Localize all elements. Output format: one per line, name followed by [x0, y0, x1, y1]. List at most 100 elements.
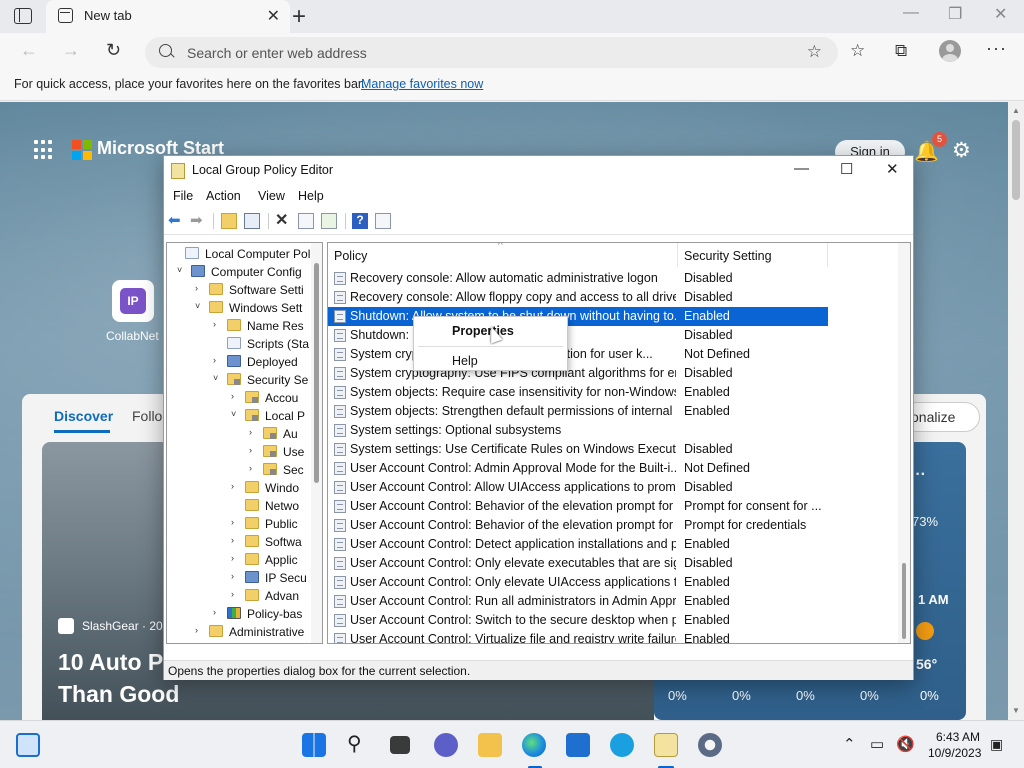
scroll-thumb[interactable] — [1012, 120, 1020, 200]
tab-close-icon[interactable]: ✕ — [267, 6, 280, 26]
widgets-icon[interactable] — [16, 733, 40, 757]
policy-row[interactable]: System cryp otection for user k... Not Def… — [328, 345, 828, 364]
policy-row[interactable]: Shutdown: C Disabled — [328, 326, 828, 345]
add-favorite-icon[interactable]: ☆ — [807, 42, 822, 62]
column-header-security-setting[interactable]: Security Setting — [684, 249, 772, 263]
settings-taskbar-icon[interactable] — [698, 733, 722, 757]
page-scrollbar[interactable]: ▲ ▼ — [1008, 102, 1024, 720]
policy-row[interactable]: Recovery console: Allow floppy copy and … — [328, 288, 828, 307]
settings-gear-icon[interactable]: ⚙ — [952, 138, 971, 163]
policy-row[interactable]: User Account Control: Switch to the secu… — [328, 611, 828, 630]
browser-tab[interactable]: New tab ✕ — [46, 0, 290, 33]
policy-row[interactable]: User Account Control: Behavior of the el… — [328, 497, 828, 516]
policy-row[interactable]: User Account Control: Detect application… — [328, 535, 828, 554]
window-minimize-icon[interactable]: — — [794, 160, 809, 177]
group-policy-taskbar-icon[interactable] — [654, 733, 678, 757]
feed-tab-discover[interactable]: Discover — [54, 408, 113, 424]
scroll-down-icon[interactable]: ▼ — [1012, 706, 1020, 715]
collapsed-arrow-icon[interactable]: › — [249, 445, 259, 455]
volume-muted-icon[interactable]: 🔇 — [896, 735, 915, 753]
collapsed-arrow-icon[interactable]: › — [231, 391, 241, 401]
menu-view[interactable]: View — [258, 189, 285, 203]
show-hide-tree-icon[interactable] — [244, 213, 260, 229]
expanded-arrow-icon[interactable]: ˅ — [195, 301, 205, 311]
snipping-tool-icon[interactable] — [610, 733, 634, 757]
network-icon[interactable]: ▭ — [870, 735, 884, 753]
menu-action[interactable]: Action — [206, 189, 241, 203]
search-taskbar-icon[interactable]: ⚲ — [347, 731, 362, 756]
notification-center-icon[interactable]: ▣ — [990, 736, 1003, 753]
policy-row[interactable]: User Account Control: Virtualize file an… — [328, 630, 828, 643]
close-icon[interactable]: ✕ — [994, 4, 1007, 24]
address-bar[interactable]: Search or enter web address ☆ — [145, 37, 838, 68]
collapsed-arrow-icon[interactable]: › — [213, 319, 223, 329]
forward-icon[interactable]: → — [62, 40, 80, 61]
policy-row[interactable]: User Account Control: Admin Approval Mod… — [328, 459, 828, 478]
scroll-up-icon[interactable]: ▲ — [1012, 106, 1020, 115]
column-divider[interactable] — [677, 243, 678, 267]
collapsed-arrow-icon[interactable]: › — [213, 355, 223, 365]
collapsed-arrow-icon[interactable]: › — [231, 535, 241, 545]
policy-row[interactable]: System cryptography: Use FIPS compliant … — [328, 364, 828, 383]
expanded-arrow-icon[interactable]: ˅ — [177, 265, 187, 275]
column-divider[interactable] — [827, 243, 828, 267]
window-maximize-icon[interactable]: ☐ — [840, 160, 853, 178]
collapsed-arrow-icon[interactable]: › — [249, 463, 259, 473]
policy-row[interactable]: Shutdown: Allow system to be shut down w… — [328, 307, 828, 326]
collapsed-arrow-icon[interactable]: › — [231, 553, 241, 563]
teams-chat-icon[interactable] — [434, 733, 458, 757]
task-view-icon[interactable] — [390, 736, 410, 754]
collapsed-arrow-icon[interactable]: › — [231, 517, 241, 527]
apps-launcher-icon[interactable] — [34, 140, 54, 160]
favorites-icon[interactable]: ☆ — [850, 41, 865, 61]
collapsed-arrow-icon[interactable]: › — [213, 607, 223, 617]
collapsed-arrow-icon[interactable]: › — [249, 427, 259, 437]
store-icon[interactable] — [566, 733, 590, 757]
context-menu-properties[interactable]: Properties — [452, 324, 514, 338]
list-scrollbar[interactable] — [898, 243, 910, 643]
policy-row[interactable]: User Account Control: Run all administra… — [328, 592, 828, 611]
policy-row[interactable]: User Account Control: Allow UIAccess app… — [328, 478, 828, 497]
collapsed-arrow-icon[interactable]: › — [231, 589, 241, 599]
quick-link-tile[interactable]: IP — [112, 280, 154, 322]
back-icon[interactable]: ← — [20, 40, 38, 61]
back-arrow-icon[interactable]: ⬅ — [168, 211, 184, 229]
policy-row[interactable]: System settings: Optional subsystems — [328, 421, 828, 440]
manage-favorites-link[interactable]: Manage favorites now — [361, 77, 483, 91]
start-icon[interactable] — [302, 733, 326, 757]
tab-actions-icon[interactable] — [14, 8, 32, 24]
new-tab-button[interactable]: + — [292, 3, 306, 31]
expanded-arrow-icon[interactable]: ˅ — [213, 373, 223, 383]
menu-help[interactable]: Help — [298, 189, 324, 203]
policy-row[interactable]: System objects: Require case insensitivi… — [328, 383, 828, 402]
edge-icon[interactable] — [522, 733, 546, 757]
file-explorer-icon[interactable] — [478, 733, 502, 757]
context-menu-help[interactable]: Help — [452, 354, 478, 368]
minimize-icon[interactable]: — — [903, 4, 919, 22]
policy-row[interactable]: System objects: Strengthen default permi… — [328, 402, 828, 421]
feed-tab-following[interactable]: Follo — [132, 408, 162, 424]
policy-row[interactable]: Recovery console: Allow automatic admini… — [328, 269, 828, 288]
profile-avatar[interactable] — [939, 40, 961, 62]
restore-icon[interactable]: ❐ — [948, 4, 962, 24]
policy-row[interactable]: User Account Control: Behavior of the el… — [328, 516, 828, 535]
tile-label[interactable]: CollabNet — [106, 329, 159, 343]
collapsed-arrow-icon[interactable]: › — [231, 481, 241, 491]
menu-file[interactable]: File — [173, 189, 193, 203]
collapsed-arrow-icon[interactable]: › — [195, 283, 205, 293]
expanded-arrow-icon[interactable]: ˅ — [231, 409, 241, 419]
properties-icon[interactable] — [298, 213, 314, 229]
console-view-icon[interactable] — [375, 213, 391, 229]
collapsed-arrow-icon[interactable]: › — [231, 571, 241, 581]
list-scroll-thumb[interactable] — [902, 563, 906, 639]
more-options-icon[interactable]: ··· — [986, 38, 1007, 59]
collections-icon[interactable]: ⧉ — [895, 41, 907, 61]
column-header-policy[interactable]: Policy — [334, 249, 367, 263]
help-icon[interactable]: ? — [352, 213, 368, 229]
export-list-icon[interactable] — [321, 213, 337, 229]
policy-row[interactable]: System settings: Use Certificate Rules o… — [328, 440, 828, 459]
window-close-icon[interactable]: ✕ — [886, 160, 899, 178]
tree-scrollbar[interactable] — [311, 243, 322, 643]
policy-row[interactable]: User Account Control: Only elevate UIAcc… — [328, 573, 828, 592]
policy-row[interactable]: User Account Control: Only elevate execu… — [328, 554, 828, 573]
